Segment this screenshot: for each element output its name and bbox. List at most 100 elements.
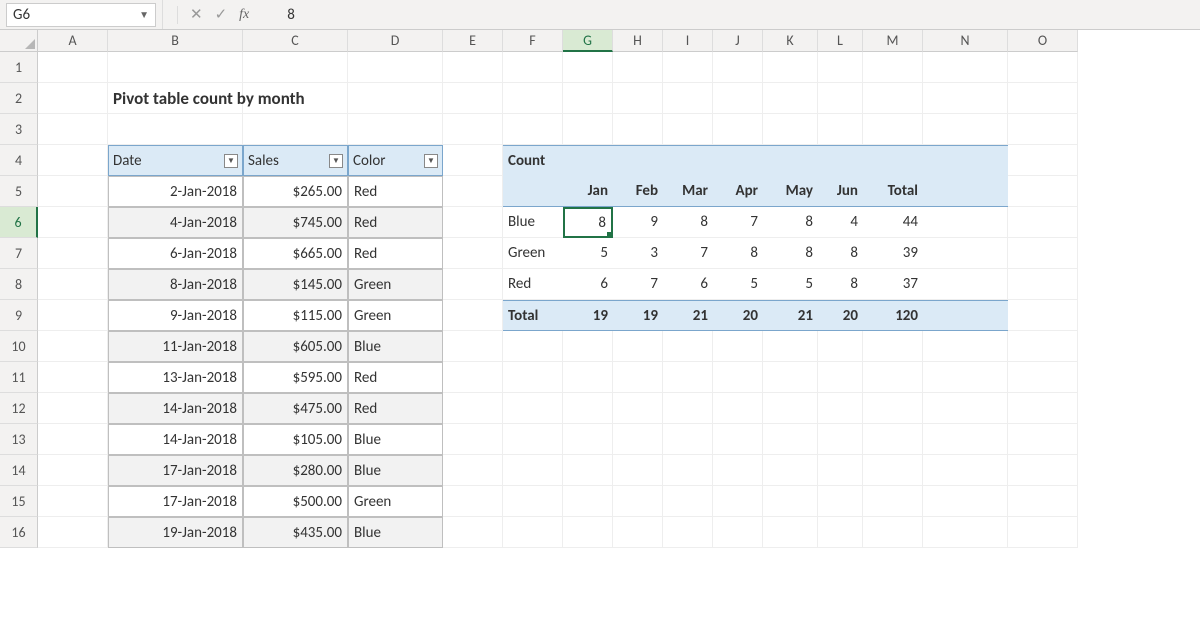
row-header-13[interactable]: 13 xyxy=(0,424,38,455)
table-cell-date[interactable]: 11-Jan-2018 xyxy=(108,331,243,362)
dropdown-icon[interactable]: ▼ xyxy=(139,8,149,21)
pivot-col-header[interactable]: Feb xyxy=(613,176,663,207)
pivot-total-value[interactable]: 21 xyxy=(763,300,818,331)
row-header-6[interactable]: 6 xyxy=(0,207,38,238)
pivot-value[interactable]: 5 xyxy=(563,238,613,269)
pivot-total-value[interactable]: 19 xyxy=(613,300,663,331)
column-header-G[interactable]: G xyxy=(563,30,613,52)
pivot-row-label[interactable]: Red xyxy=(503,269,563,300)
pivot-value[interactable]: 3 xyxy=(613,238,663,269)
row-header-10[interactable]: 10 xyxy=(0,331,38,362)
table-cell-color[interactable]: Green xyxy=(348,486,443,517)
pivot-total-value[interactable]: 19 xyxy=(563,300,613,331)
column-header-J[interactable]: J xyxy=(713,30,763,52)
pivot-value[interactable]: 9 xyxy=(613,207,663,238)
column-header-E[interactable]: E xyxy=(443,30,503,52)
filter-dropdown-icon[interactable]: ▼ xyxy=(329,154,343,168)
table-cell-sales[interactable]: $605.00 xyxy=(243,331,348,362)
pivot-value[interactable]: 7 xyxy=(613,269,663,300)
table-cell-sales[interactable]: $105.00 xyxy=(243,424,348,455)
column-header-O[interactable]: O xyxy=(1008,30,1078,52)
pivot-total-value[interactable]: 21 xyxy=(663,300,713,331)
formula-bar-value[interactable]: 8 xyxy=(263,6,1200,24)
column-header-F[interactable]: F xyxy=(503,30,563,52)
table-header-color[interactable]: Color▼ xyxy=(348,145,443,176)
column-header-I[interactable]: I xyxy=(663,30,713,52)
column-header-D[interactable]: D xyxy=(348,30,443,52)
pivot-total-label[interactable]: Total xyxy=(503,300,563,331)
pivot-col-header[interactable]: Mar xyxy=(663,176,713,207)
pivot-row-label[interactable]: Green xyxy=(503,238,563,269)
pivot-value[interactable]: 7 xyxy=(663,238,713,269)
table-cell-date[interactable]: 9-Jan-2018 xyxy=(108,300,243,331)
enter-icon[interactable]: ✓ xyxy=(215,5,228,24)
table-cell-color[interactable]: Green xyxy=(348,300,443,331)
pivot-value[interactable]: 44 xyxy=(863,207,923,238)
row-header-3[interactable]: 3 xyxy=(0,114,38,145)
pivot-total-value[interactable]: 120 xyxy=(863,300,923,331)
column-header-C[interactable]: C xyxy=(243,30,348,52)
row-header-2[interactable]: 2 xyxy=(0,83,38,114)
pivot-value[interactable]: 8 xyxy=(818,238,863,269)
column-header-A[interactable]: A xyxy=(38,30,108,52)
pivot-value[interactable]: 37 xyxy=(863,269,923,300)
row-header-7[interactable]: 7 xyxy=(0,238,38,269)
column-header-N[interactable]: N xyxy=(923,30,1008,52)
table-header-sales[interactable]: Sales▼ xyxy=(243,145,348,176)
pivot-col-header[interactable]: Total xyxy=(863,176,923,207)
table-cell-date[interactable]: 13-Jan-2018 xyxy=(108,362,243,393)
row-header-11[interactable]: 11 xyxy=(0,362,38,393)
fx-icon[interactable]: fx xyxy=(239,7,249,23)
pivot-value[interactable]: 6 xyxy=(663,269,713,300)
name-box[interactable]: G6 ▼ xyxy=(6,3,156,27)
table-cell-sales[interactable]: $665.00 xyxy=(243,238,348,269)
pivot-col-header[interactable]: Jan xyxy=(563,176,613,207)
pivot-value[interactable]: 6 xyxy=(563,269,613,300)
table-cell-date[interactable]: 14-Jan-2018 xyxy=(108,393,243,424)
table-cell-color[interactable]: Blue xyxy=(348,517,443,548)
table-cell-date[interactable]: 14-Jan-2018 xyxy=(108,424,243,455)
table-cell-date[interactable]: 17-Jan-2018 xyxy=(108,486,243,517)
pivot-value[interactable]: 5 xyxy=(763,269,818,300)
table-cell-color[interactable]: Red xyxy=(348,176,443,207)
table-cell-date[interactable]: 2-Jan-2018 xyxy=(108,176,243,207)
column-header-M[interactable]: M xyxy=(863,30,923,52)
table-cell-date[interactable]: 17-Jan-2018 xyxy=(108,455,243,486)
table-cell-sales[interactable]: $280.00 xyxy=(243,455,348,486)
table-cell-sales[interactable]: $745.00 xyxy=(243,207,348,238)
pivot-col-header[interactable]: Apr xyxy=(713,176,763,207)
row-header-12[interactable]: 12 xyxy=(0,393,38,424)
table-cell-sales[interactable]: $265.00 xyxy=(243,176,348,207)
row-header-15[interactable]: 15 xyxy=(0,486,38,517)
table-cell-color[interactable]: Blue xyxy=(348,455,443,486)
pivot-row-label[interactable]: Blue xyxy=(503,207,563,238)
column-header-B[interactable]: B xyxy=(108,30,243,52)
row-header-1[interactable]: 1 xyxy=(0,52,38,83)
row-header-4[interactable]: 4 xyxy=(0,145,38,176)
cancel-icon[interactable]: ✕ xyxy=(190,5,203,24)
table-cell-color[interactable]: Red xyxy=(348,362,443,393)
table-cell-sales[interactable]: $115.00 xyxy=(243,300,348,331)
filter-dropdown-icon[interactable]: ▼ xyxy=(424,154,438,168)
row-header-9[interactable]: 9 xyxy=(0,300,38,331)
page-title[interactable]: Pivot table count by month xyxy=(108,83,243,114)
pivot-value[interactable]: 8 xyxy=(818,269,863,300)
column-header-H[interactable]: H xyxy=(613,30,663,52)
table-cell-date[interactable]: 8-Jan-2018 xyxy=(108,269,243,300)
pivot-col-header[interactable]: May xyxy=(763,176,818,207)
table-cell-color[interactable]: Red xyxy=(348,207,443,238)
row-header-8[interactable]: 8 xyxy=(0,269,38,300)
pivot-total-value[interactable]: 20 xyxy=(818,300,863,331)
pivot-value[interactable]: 8 xyxy=(763,207,818,238)
pivot-col-header[interactable]: Jun xyxy=(818,176,863,207)
pivot-value[interactable]: 4 xyxy=(818,207,863,238)
table-cell-sales[interactable]: $500.00 xyxy=(243,486,348,517)
table-cell-date[interactable]: 6-Jan-2018 xyxy=(108,238,243,269)
select-all-corner[interactable] xyxy=(0,30,38,52)
table-cell-sales[interactable]: $475.00 xyxy=(243,393,348,424)
pivot-value[interactable]: 7 xyxy=(713,207,763,238)
row-header-14[interactable]: 14 xyxy=(0,455,38,486)
table-cell-sales[interactable]: $145.00 xyxy=(243,269,348,300)
table-cell-color[interactable]: Red xyxy=(348,238,443,269)
column-header-L[interactable]: L xyxy=(818,30,863,52)
